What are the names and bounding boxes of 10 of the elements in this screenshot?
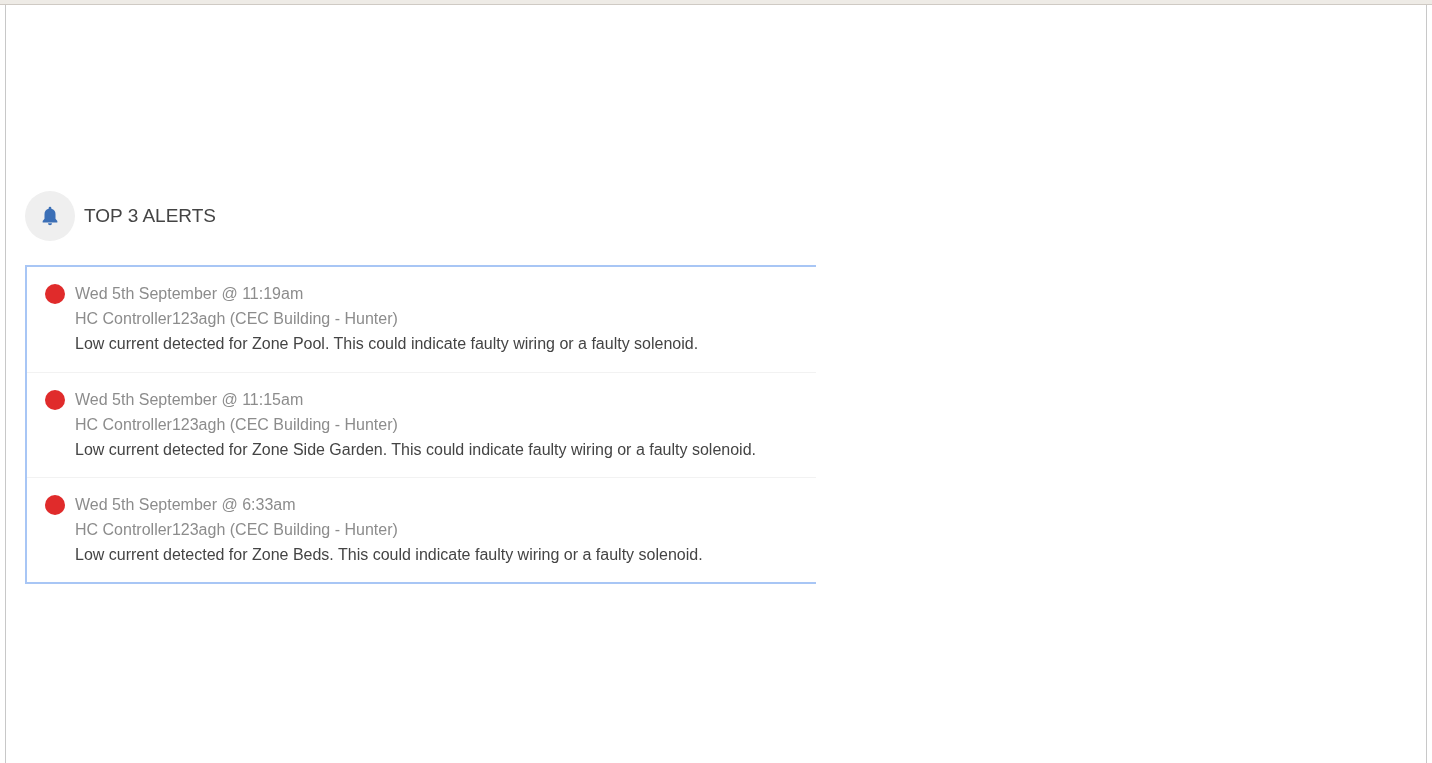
alert-message: Low current detected for Zone Side Garden. This could indicate faulty wiring or a faulty solenoid. <box>75 440 756 460</box>
alert-time: Wed 5th September @ 6:33am <box>75 495 297 515</box>
section-title: TOP 3 ALERTS <box>84 203 217 228</box>
alert-source: HC Controller123agh (CEC Building - Hunter) <box>75 309 399 329</box>
alert-time: Wed 5th September @ 11:19am <box>75 284 305 304</box>
alert-message: Low current detected for Zone Pool. This could indicate faulty wiring or a faulty solenoid. <box>75 334 699 354</box>
alert-time: Wed 5th September @ 11:15am <box>75 390 305 410</box>
alert-message: Low current detected for Zone Beds. This could indicate faulty wiring or a faulty solenoid. <box>75 545 703 565</box>
alert-source: HC Controller123agh (CEC Building - Hunter) <box>75 520 399 540</box>
alert-source: HC Controller123agh (CEC Building - Hunter) <box>75 415 399 435</box>
